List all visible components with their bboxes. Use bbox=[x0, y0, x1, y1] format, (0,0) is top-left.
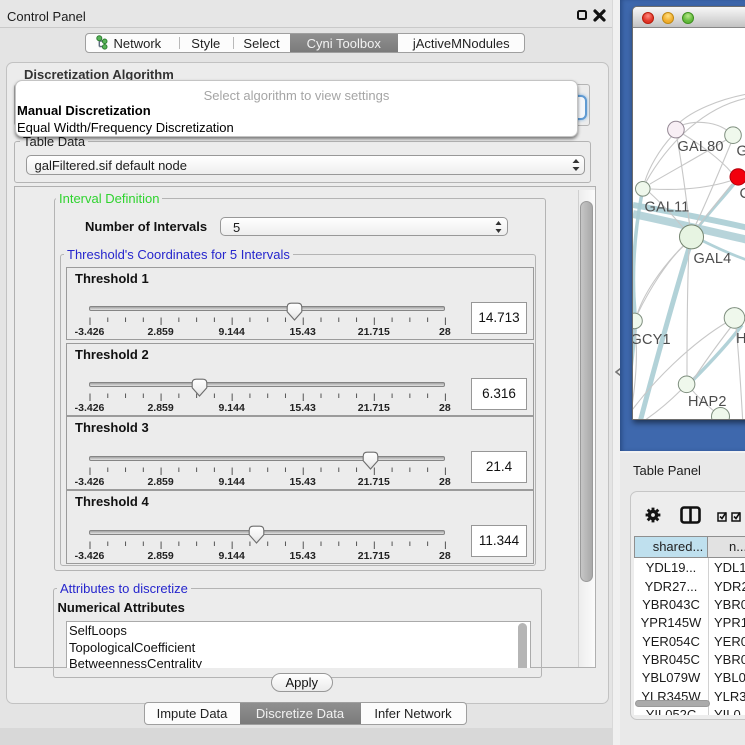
svg-text:HI: HI bbox=[736, 331, 745, 347]
svg-text:GAL4: GAL4 bbox=[694, 251, 732, 267]
svg-text:HAP2: HAP2 bbox=[688, 394, 727, 410]
svg-text:GAL80: GAL80 bbox=[678, 139, 724, 155]
svg-text:GA: GA bbox=[737, 144, 745, 160]
svg-text:GAL11: GAL11 bbox=[645, 200, 690, 216]
svg-text:GCY1: GCY1 bbox=[633, 332, 671, 348]
svg-text:C: C bbox=[740, 186, 745, 202]
